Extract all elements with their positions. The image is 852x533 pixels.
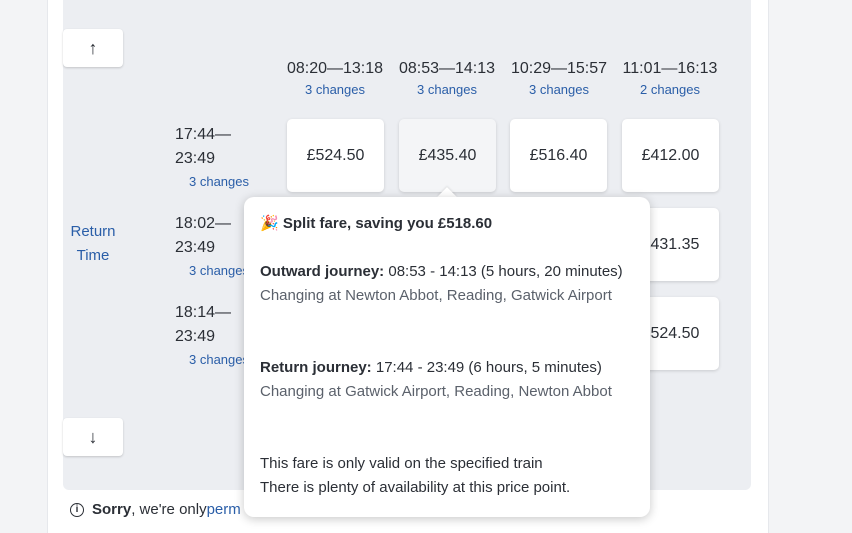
scroll-up-button[interactable]: ↑ [63, 29, 123, 67]
return-journey-line: Return journey: 17:44 - 23:49 (6 hours, … [260, 359, 602, 376]
outward-time: 11:01—16:13 [622, 60, 718, 77]
outward-changes[interactable]: 2 changes [614, 82, 726, 97]
outward-column-header[interactable]: 08:53—14:13 3 changes [391, 60, 503, 97]
return-row-changes[interactable]: 3 changes [189, 174, 249, 189]
return-journey-label: Return journey: [260, 359, 372, 376]
price-cell[interactable]: £412.00 [622, 119, 719, 192]
arrow-up-icon: ↑ [88, 37, 98, 58]
outward-journey-label: Outward journey: [260, 263, 385, 280]
outward-column-header[interactable]: 10:29—15:57 3 changes [503, 60, 615, 97]
outward-changing-at: Changing at Newton Abbot, Reading, Gatwi… [260, 287, 612, 304]
return-row-changes[interactable]: 3 changes [189, 352, 249, 367]
outward-column-header[interactable]: 08:20—13:18 3 changes [279, 60, 391, 97]
price-cell-selected[interactable]: £435.40 [399, 119, 496, 192]
tooltip-title-line: 🎉 Split fare, saving you £518.60 [260, 214, 492, 232]
outward-time: 10:29—15:57 [510, 60, 608, 77]
notice-bar: i Sorry , we're only perm [70, 501, 241, 518]
outward-journey-line: Outward journey: 08:53 - 14:13 (5 hours,… [260, 263, 623, 280]
fare-validity-note: This fare is only valid on the specified… [260, 455, 543, 472]
outward-time: 08:20—13:18 [286, 60, 384, 77]
outward-journey-detail: 08:53 - 14:13 (5 hours, 20 minutes) [388, 263, 623, 280]
return-journey-detail: 17:44 - 23:49 (6 hours, 5 minutes) [375, 359, 602, 376]
tooltip-title: Split fare, saving you £518.60 [282, 215, 493, 232]
arrow-down-icon: ↓ [88, 426, 98, 447]
return-time-axis-label: Return Time [70, 223, 116, 264]
party-popper-icon: 🎉 [260, 215, 279, 232]
return-row-time: 18:14—23:49 [175, 304, 232, 345]
outward-time: 08:53—14:13 [398, 60, 496, 77]
scroll-down-button[interactable]: ↓ [63, 418, 123, 456]
return-changing-at: Changing at Gatwick Airport, Reading, Ne… [260, 383, 612, 400]
price-cell[interactable]: £516.40 [510, 119, 607, 192]
notice-link[interactable]: perm [207, 501, 241, 518]
fare-availability-note: There is plenty of availability at this … [260, 479, 571, 496]
notice-text: , we're only [131, 501, 207, 518]
return-row-time: 18:02—23:49 [175, 215, 232, 256]
info-icon: i [70, 502, 84, 517]
notice-strong: Sorry [92, 501, 132, 518]
return-row-time: 17:44—23:49 [175, 126, 232, 167]
fare-tooltip: 🎉 Split fare, saving you £518.60 Outward… [244, 197, 650, 517]
price-cell[interactable]: £524.50 [287, 119, 384, 192]
outward-changes[interactable]: 3 changes [503, 82, 615, 97]
outward-changes[interactable]: 3 changes [391, 82, 503, 97]
outward-column-header[interactable]: 11:01—16:13 2 changes [614, 60, 726, 97]
return-row-changes[interactable]: 3 changes [189, 263, 249, 278]
outward-changes[interactable]: 3 changes [279, 82, 391, 97]
